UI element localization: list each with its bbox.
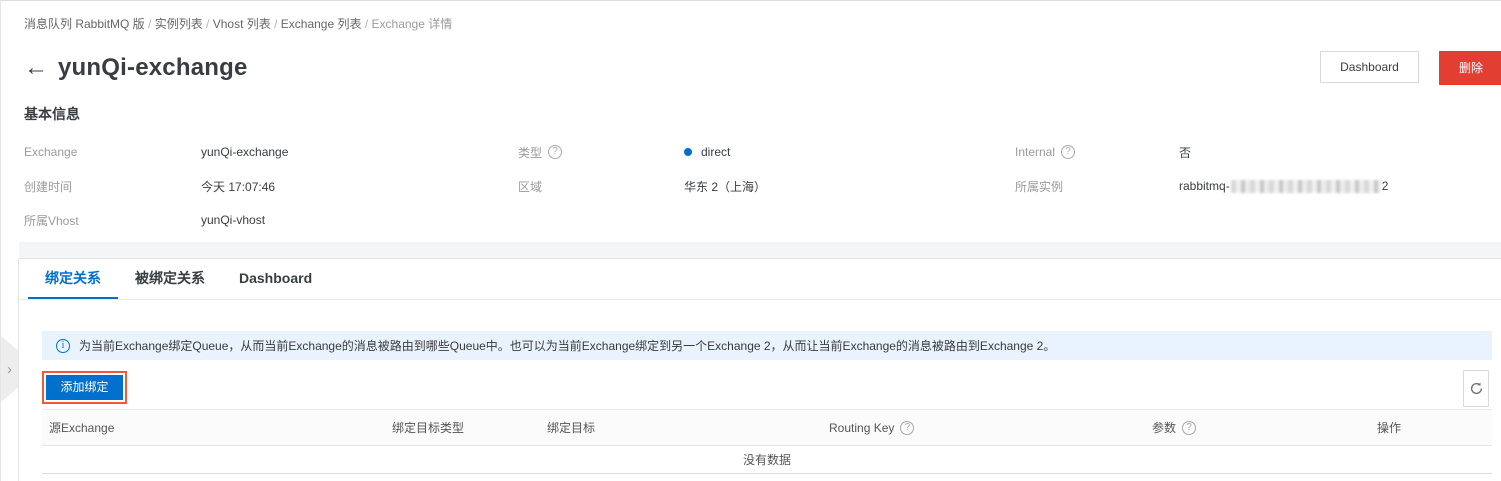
field-instance: 所属实例 rabbitmq- 2 — [1015, 169, 1491, 203]
instance-id-masked-block — [1230, 179, 1381, 193]
tab-bound-by-relations[interactable]: 被绑定关系 — [118, 259, 222, 299]
title-row: yunQi-exchange — [24, 51, 248, 85]
field-create-time: 创建时间 今天 17:07:46 — [24, 169, 518, 203]
field-create-time-value: 今天 17:07:46 — [201, 179, 276, 194]
info-circle-icon — [56, 338, 70, 353]
field-exchange-label: Exchange — [24, 145, 78, 159]
breadcrumb: 消息队列 RabbitMQ 版实例列表Vhost 列表Exchange 列表Ex… — [24, 15, 452, 32]
field-type-value-text: direct — [701, 145, 731, 159]
type-help-icon[interactable] — [548, 145, 563, 159]
field-vhost-value: yunQi-vhost — [201, 213, 266, 227]
field-region-label: 区域 — [518, 179, 543, 194]
refresh-icon — [1470, 382, 1482, 395]
tab-dashboard[interactable]: Dashboard — [222, 259, 329, 299]
basic-info-title: 基本信息 — [24, 106, 80, 122]
detail-tabs-card: 绑定关系 被绑定关系 Dashboard 为当前Exchange绑定Queue，… — [18, 258, 1501, 481]
page-title: yunQi-exchange — [58, 54, 248, 81]
field-type-label: 类型 — [518, 144, 684, 161]
header-section: 消息队列 RabbitMQ 版实例列表Vhost 列表Exchange 列表Ex… — [1, 1, 1501, 241]
col-target-label: 绑定目标 — [547, 421, 596, 435]
exchange-detail-page: 消息队列 RabbitMQ 版实例列表Vhost 列表Exchange 列表Ex… — [0, 0, 1501, 481]
field-region-value: 华东 2（上海） — [684, 179, 767, 194]
breadcrumb-product[interactable]: 消息队列 RabbitMQ 版 — [24, 17, 155, 31]
tab-bar: 绑定关系 被绑定关系 Dashboard — [19, 259, 1501, 300]
refresh-button[interactable] — [1463, 370, 1489, 407]
field-internal-label: Internal — [1015, 145, 1179, 159]
col-routing-key-label: Routing Key — [829, 420, 895, 435]
info-banner-text: 为当前Exchange绑定Queue，从而当前Exchange的消息被路由到哪些… — [79, 339, 1056, 353]
binding-tab-panel: 为当前Exchange绑定Queue，从而当前Exchange的消息被路由到哪些… — [19, 331, 1501, 474]
field-vhost: 所属Vhost yunQi-vhost — [24, 203, 518, 237]
routing-key-help-icon[interactable] — [900, 420, 915, 435]
field-instance-label: 所属实例 — [1015, 179, 1064, 194]
field-internal-value: 否 — [1179, 145, 1192, 160]
col-source-exchange: 源Exchange — [49, 419, 392, 436]
col-params-label: 参数 — [1152, 421, 1177, 435]
sidebar-expand-toggle[interactable] — [1, 336, 18, 402]
col-target-type-label: 绑定目标类型 — [392, 421, 465, 435]
chevron-right-icon — [7, 362, 12, 377]
field-type: 类型 direct — [518, 135, 1015, 169]
delete-button[interactable]: 删除 — [1439, 51, 1501, 85]
field-exchange: Exchange yunQi-exchange — [24, 135, 518, 169]
field-vhost-label: 所属Vhost — [24, 213, 79, 228]
tab-binding-relations[interactable]: 绑定关系 — [28, 259, 118, 299]
dashboard-button[interactable]: Dashboard — [1320, 51, 1419, 83]
header-buttons: Dashboard 删除 — [1320, 51, 1501, 85]
instance-id-prefix: rabbitmq- — [1179, 179, 1230, 193]
col-source-exchange-label: 源Exchange — [49, 421, 115, 435]
field-internal-label-text: Internal — [1015, 145, 1056, 159]
bindings-table: 源Exchange 绑定目标类型 绑定目标 Routing Key 参数 — [42, 409, 1492, 474]
table-empty-state: 没有数据 — [42, 446, 1492, 474]
field-create-time-label: 创建时间 — [24, 179, 73, 194]
field-instance-value: rabbitmq- 2 — [1179, 179, 1388, 193]
field-exchange-value: yunQi-exchange — [201, 145, 289, 159]
col-routing-key: Routing Key — [829, 420, 1152, 435]
col-actions: 操作 — [1377, 419, 1492, 436]
breadcrumb-instance-list[interactable]: 实例列表 — [155, 17, 213, 31]
internal-help-icon[interactable] — [1061, 145, 1076, 159]
col-target-type: 绑定目标类型 — [392, 419, 547, 436]
instance-id-suffix: 2 — [1381, 179, 1389, 193]
breadcrumb-exchange-list[interactable]: Exchange 列表 — [281, 17, 372, 31]
field-type-label-text: 类型 — [518, 145, 543, 160]
field-internal: Internal 否 — [1015, 135, 1491, 169]
col-target: 绑定目标 — [547, 419, 829, 436]
type-status-dot-icon — [684, 148, 692, 156]
back-arrow-icon[interactable] — [24, 56, 48, 80]
add-binding-button[interactable]: 添加绑定 — [46, 375, 123, 400]
table-header-row: 源Exchange 绑定目标类型 绑定目标 Routing Key 参数 — [42, 409, 1492, 446]
breadcrumb-vhost-list[interactable]: Vhost 列表 — [213, 17, 281, 31]
annotation-highlight-box: 添加绑定 — [42, 371, 127, 404]
field-region: 区域 华东 2（上海） — [518, 169, 1015, 203]
table-action-row: 添加绑定 — [42, 370, 1492, 407]
col-params: 参数 — [1152, 419, 1377, 436]
field-type-value: direct — [684, 145, 730, 159]
breadcrumb-current: Exchange 详情 — [371, 17, 453, 31]
col-actions-label: 操作 — [1377, 421, 1402, 435]
info-banner: 为当前Exchange绑定Queue，从而当前Exchange的消息被路由到哪些… — [42, 331, 1492, 360]
basic-info-grid: Exchange yunQi-exchange 类型 direct Intern… — [24, 135, 1491, 237]
section-gap — [19, 242, 1501, 258]
params-help-icon[interactable] — [1182, 420, 1197, 435]
